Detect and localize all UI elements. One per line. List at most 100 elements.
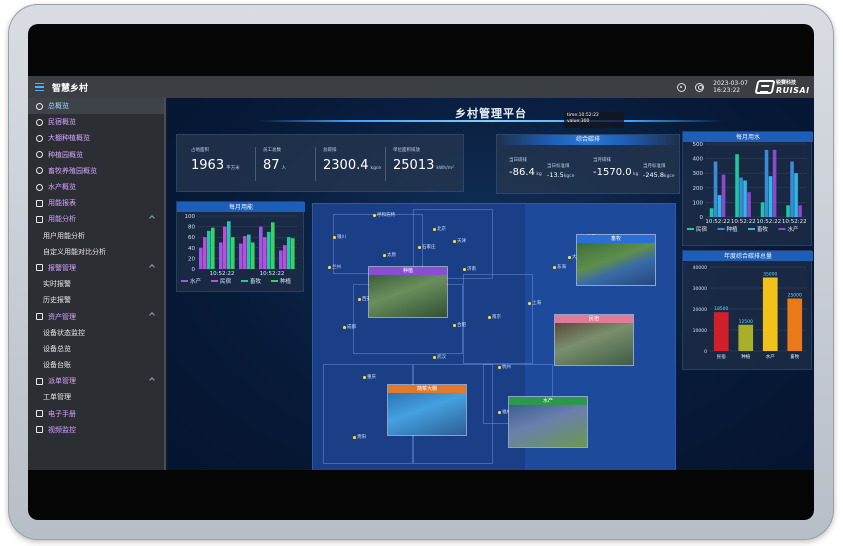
chevron-up-icon[interactable]: [149, 377, 155, 384]
sidebar-item[interactable]: 历史报警: [28, 292, 164, 308]
city-marker[interactable]: [328, 266, 331, 269]
bar-种植[interactable]: [231, 237, 235, 269]
x-tick-label: 10:52:22: [731, 219, 756, 225]
bar-水产[interactable]: [798, 205, 802, 217]
sidebar-item[interactable]: 资产管理: [28, 308, 164, 324]
bar-水产[interactable]: [279, 250, 283, 269]
y-tick-label: 400: [693, 157, 704, 163]
park-card[interactable]: 畜牧: [576, 234, 656, 286]
bar-畜牧[interactable]: [287, 237, 291, 269]
sidebar-item[interactable]: 设备台账: [28, 357, 164, 373]
sidebar-item-label: 用能报表: [48, 199, 76, 208]
sidebar-item[interactable]: 设备总览: [28, 341, 164, 357]
city-marker[interactable]: [333, 236, 336, 239]
city-marker[interactable]: [453, 324, 456, 327]
bar-种植[interactable]: [251, 242, 255, 270]
bar-民宿[interactable]: [283, 245, 287, 269]
city-marker[interactable]: [343, 326, 346, 329]
sidebar-item[interactable]: 视频监控: [28, 422, 164, 438]
bar-种植[interactable]: [211, 227, 215, 269]
bar-种植[interactable]: [790, 161, 794, 217]
bar-民宿[interactable]: [713, 312, 729, 351]
bar-种植[interactable]: [291, 238, 295, 269]
bar-种植[interactable]: [738, 324, 754, 351]
bar-水产[interactable]: [219, 242, 223, 270]
city-marker[interactable]: [353, 436, 356, 439]
city-marker[interactable]: [383, 254, 386, 257]
park-card[interactable]: 民宿: [554, 314, 634, 366]
bar-畜牧[interactable]: [717, 195, 722, 217]
bar-畜牧[interactable]: [787, 298, 803, 352]
bar-畜牧[interactable]: [267, 231, 271, 269]
chevron-up-icon[interactable]: [149, 312, 155, 319]
park-card[interactable]: 种植: [368, 266, 448, 318]
y-tick-label: 80: [188, 225, 195, 231]
sidebar-item[interactable]: 用能报表: [28, 195, 164, 211]
sidebar-item[interactable]: 工单管理: [28, 389, 164, 405]
menu-icon[interactable]: [28, 76, 50, 98]
bar-种植[interactable]: [739, 177, 743, 217]
chevron-up-icon[interactable]: [149, 215, 155, 222]
bar-民宿[interactable]: [735, 154, 739, 217]
bar-畜牧[interactable]: [207, 230, 211, 269]
bar-民宿[interactable]: [223, 226, 227, 269]
settings-icon[interactable]: [677, 82, 687, 92]
city-marker[interactable]: [568, 256, 571, 259]
city-marker[interactable]: [418, 246, 421, 249]
city-marker[interactable]: [373, 214, 376, 217]
bar-种植[interactable]: [271, 222, 275, 269]
chevron-up-icon[interactable]: [149, 264, 155, 270]
bar-水产[interactable]: [721, 174, 726, 217]
sidebar-item[interactable]: 设备状态监控: [28, 325, 164, 341]
bar-种植[interactable]: [764, 149, 769, 217]
bar-民宿[interactable]: [760, 202, 765, 217]
sidebar-item[interactable]: 畜牧养殖园概览: [28, 163, 164, 179]
city-marker[interactable]: [433, 228, 436, 231]
sidebar-item[interactable]: 总概览: [28, 98, 164, 115]
sidebar-item-label: 工单管理: [43, 393, 71, 402]
sidebar-item[interactable]: 报警管理: [28, 260, 164, 276]
sidebar-item[interactable]: 派单管理: [28, 373, 164, 389]
sidebar-item[interactable]: 电子手册: [28, 406, 164, 422]
bar-水产[interactable]: [259, 226, 263, 269]
city-marker[interactable]: [463, 268, 466, 271]
sidebar-item[interactable]: 种植园概览: [28, 147, 164, 163]
bar-畜牧[interactable]: [768, 176, 773, 217]
bar-民宿[interactable]: [709, 208, 714, 217]
bar-民宿[interactable]: [243, 236, 247, 269]
bar-水产[interactable]: [239, 243, 243, 269]
bar-畜牧[interactable]: [794, 173, 798, 217]
y-tick-label: 100: [185, 214, 196, 220]
city-marker[interactable]: [498, 411, 501, 414]
bar-畜牧[interactable]: [743, 180, 747, 218]
city-marker[interactable]: [363, 376, 366, 379]
bar-水产[interactable]: [772, 149, 777, 217]
city-marker[interactable]: [528, 302, 531, 305]
sidebar-item[interactable]: 实时报警: [28, 276, 164, 292]
sidebar-item[interactable]: 民宿概览: [28, 114, 164, 130]
user-icon[interactable]: [695, 82, 705, 92]
city-marker[interactable]: [433, 356, 436, 359]
bar-水产[interactable]: [747, 192, 751, 217]
bar-水产[interactable]: [762, 277, 778, 352]
sidebar-item[interactable]: 用能分析: [28, 211, 164, 227]
bar-水产[interactable]: [199, 247, 203, 269]
park-card[interactable]: 水产: [508, 396, 588, 448]
city-marker[interactable]: [498, 366, 501, 369]
bar-民宿[interactable]: [263, 237, 267, 269]
sidebar-item[interactable]: 自定义用能对比分析: [28, 244, 164, 260]
bar-畜牧[interactable]: [227, 221, 231, 269]
city-marker[interactable]: [553, 266, 556, 269]
bar-民宿[interactable]: [203, 237, 207, 269]
sidebar-item[interactable]: 用户用能分析: [28, 228, 164, 244]
park-card[interactable]: 蔬菜大棚: [387, 384, 467, 436]
city-marker[interactable]: [358, 298, 361, 301]
bar-种植[interactable]: [713, 161, 718, 217]
city-marker[interactable]: [488, 316, 491, 319]
sidebar-item[interactable]: 大棚种植概览: [28, 130, 164, 146]
city-marker[interactable]: [453, 240, 456, 243]
bar-畜牧[interactable]: [247, 234, 251, 269]
sidebar-item[interactable]: 水产概览: [28, 179, 164, 195]
map-area[interactable]: 呼和浩特北京天津石家庄太原济南郑州西安南京合肥上海武汉杭州长沙南昌福州黄海日本海…: [312, 203, 676, 470]
bar-民宿[interactable]: [786, 205, 790, 217]
